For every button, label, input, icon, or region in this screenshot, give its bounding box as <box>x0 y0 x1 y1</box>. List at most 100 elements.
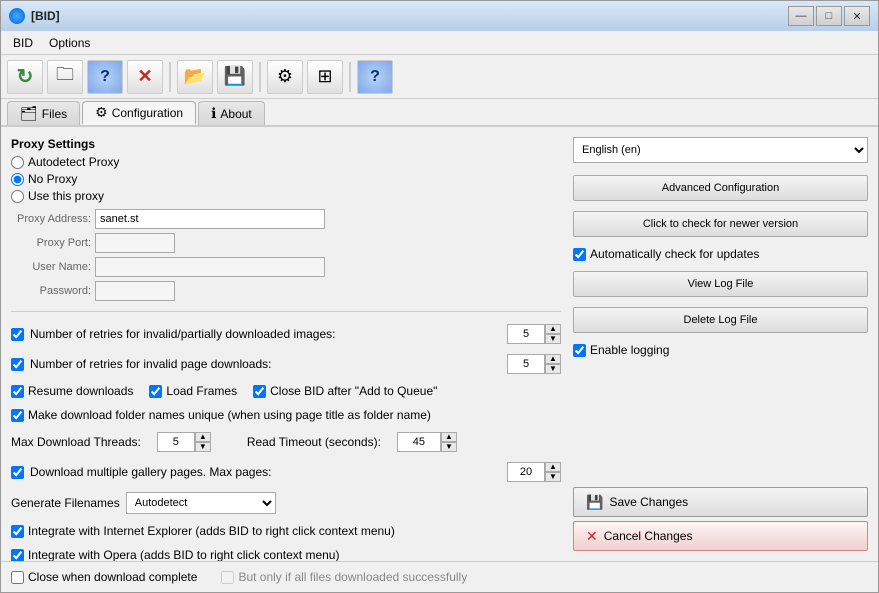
max-pages-spinbox: ▲ ▼ <box>507 462 561 482</box>
read-timeout-down[interactable]: ▼ <box>441 442 457 452</box>
check-version-button[interactable]: Click to check for newer version <box>573 211 868 237</box>
retries-images-row: Number of retries for invalid/partially … <box>11 324 561 344</box>
save-icon: 💾 <box>586 494 603 511</box>
retries-pages-up[interactable]: ▲ <box>545 354 561 364</box>
max-pages-label: Download multiple gallery pages. Max pag… <box>30 465 501 479</box>
read-timeout-up[interactable]: ▲ <box>441 432 457 442</box>
use-proxy-label: Use this proxy <box>28 189 104 203</box>
proxy-address-input[interactable] <box>95 209 325 229</box>
retries-pages-input[interactable] <box>507 354 545 374</box>
generate-filenames-select[interactable]: Autodetect Sequential Original <box>126 492 276 514</box>
close-on-complete-label: Close when download complete <box>28 570 197 584</box>
configuration-tab[interactable]: ⚙ Configuration <box>82 101 196 125</box>
folder-names-label: Make download folder names unique (when … <box>28 408 431 422</box>
save-button-toolbar[interactable]: 💾 <box>217 60 253 94</box>
close-bid-checkbox[interactable] <box>253 385 266 398</box>
folder-button[interactable]: 🗀 <box>47 60 83 94</box>
no-proxy-radio[interactable] <box>11 173 24 186</box>
proxy-section: Proxy Settings Autodetect Proxy No Proxy… <box>11 137 561 301</box>
load-frames-option[interactable]: Load Frames <box>149 384 237 398</box>
help-button[interactable]: ? <box>87 60 123 94</box>
opera-integrate-row: Integrate with Opera (adds BID to right … <box>11 548 561 561</box>
retries-images-checkbox[interactable] <box>11 328 24 341</box>
resume-downloads-option[interactable]: Resume downloads <box>11 384 133 398</box>
retries-pages-down[interactable]: ▼ <box>545 364 561 374</box>
close-on-complete-option[interactable]: Close when download complete <box>11 570 197 584</box>
max-threads-input[interactable] <box>157 432 195 452</box>
close-button[interactable]: ✕ <box>844 6 870 26</box>
auto-check-checkbox[interactable] <box>573 248 586 261</box>
toolbar-separator-3 <box>349 62 351 92</box>
read-timeout-input[interactable] <box>397 432 441 452</box>
autodetect-proxy-label: Autodetect Proxy <box>28 155 119 169</box>
about-tab[interactable]: ℹ About <box>198 101 265 125</box>
retries-images-down[interactable]: ▼ <box>545 334 561 344</box>
but-only-option[interactable]: But only if all files downloaded success… <box>221 570 467 584</box>
retries-pages-checkbox[interactable] <box>11 358 24 371</box>
proxy-username-input[interactable] <box>95 257 325 277</box>
load-frames-checkbox[interactable] <box>149 385 162 398</box>
generate-filenames-row: Generate Filenames Autodetect Sequential… <box>11 492 561 514</box>
retries-images-spin-btns: ▲ ▼ <box>545 324 561 344</box>
autodetect-proxy-radio[interactable] <box>11 156 24 169</box>
info-button[interactable]: ? <box>357 60 393 94</box>
files-tab[interactable]: 🗂 Files <box>7 101 80 125</box>
but-only-checkbox[interactable] <box>221 571 234 584</box>
enable-logging-checkbox[interactable] <box>573 344 586 357</box>
language-select[interactable]: English (en) German (de) French (fr) Spa… <box>573 137 868 163</box>
retries-images-up[interactable]: ▲ <box>545 324 561 334</box>
retries-pages-row: Number of retries for invalid page downl… <box>11 354 561 374</box>
max-pages-checkbox[interactable] <box>11 466 24 479</box>
retries-images-input[interactable] <box>507 324 545 344</box>
save-changes-label: Save Changes <box>609 495 688 509</box>
max-threads-label: Max Download Threads: <box>11 435 141 449</box>
proxy-password-input[interactable] <box>95 281 175 301</box>
delete-log-button[interactable]: Delete Log File <box>573 307 868 333</box>
save-changes-button[interactable]: 💾 Save Changes <box>573 487 868 517</box>
max-pages-input[interactable] <box>507 462 545 482</box>
stop-button[interactable]: ✕ <box>127 60 163 94</box>
advanced-config-button[interactable]: Advanced Configuration <box>573 175 868 201</box>
close-on-complete-checkbox[interactable] <box>11 571 24 584</box>
max-pages-up[interactable]: ▲ <box>545 462 561 472</box>
proxy-port-input[interactable] <box>95 233 175 253</box>
proxy-username-label: User Name: <box>11 261 91 273</box>
generate-filenames-label: Generate Filenames <box>11 496 120 510</box>
no-proxy-option[interactable]: No Proxy <box>11 172 561 186</box>
max-threads-up[interactable]: ▲ <box>195 432 211 442</box>
open-button[interactable]: 📂 <box>177 60 213 94</box>
title-bar: [BID] — □ ✕ <box>1 1 878 31</box>
cancel-icon: ✕ <box>586 528 598 545</box>
grid-button[interactable]: ⊞ <box>307 60 343 94</box>
max-pages-row: Download multiple gallery pages. Max pag… <box>11 462 561 482</box>
max-pages-down[interactable]: ▼ <box>545 472 561 482</box>
cancel-changes-button[interactable]: ✕ Cancel Changes <box>573 521 868 551</box>
read-timeout-spinbox: ▲ ▼ <box>397 432 457 452</box>
autodetect-proxy-option[interactable]: Autodetect Proxy <box>11 155 561 169</box>
resume-downloads-checkbox[interactable] <box>11 385 24 398</box>
use-proxy-option[interactable]: Use this proxy <box>11 189 561 203</box>
max-threads-down[interactable]: ▼ <box>195 442 211 452</box>
toolbar-separator-1 <box>169 62 171 92</box>
proxy-section-title: Proxy Settings <box>11 137 561 151</box>
about-tab-label: About <box>220 107 251 121</box>
maximize-button[interactable]: □ <box>816 6 842 26</box>
ie-integrate-checkbox[interactable] <box>11 525 24 538</box>
close-bid-option[interactable]: Close BID after "Add to Queue" <box>253 384 437 398</box>
settings-button[interactable]: ⚙ <box>267 60 303 94</box>
folder-names-checkbox[interactable] <box>11 409 24 422</box>
minimize-button[interactable]: — <box>788 6 814 26</box>
ie-integrate-row: Integrate with Internet Explorer (adds B… <box>11 524 561 538</box>
menu-bid[interactable]: BID <box>5 34 41 52</box>
proxy-fields: Proxy Address: Proxy Port: User Name: Pa… <box>11 209 561 301</box>
retries-images-label: Number of retries for invalid/partially … <box>30 327 501 341</box>
retries-pages-spin-btns: ▲ ▼ <box>545 354 561 374</box>
view-log-button[interactable]: View Log File <box>573 271 868 297</box>
menu-options[interactable]: Options <box>41 34 98 52</box>
use-proxy-radio[interactable] <box>11 190 24 203</box>
opera-integrate-checkbox[interactable] <box>11 549 24 562</box>
main-content: Proxy Settings Autodetect Proxy No Proxy… <box>1 127 878 561</box>
auto-check-label: Automatically check for updates <box>590 247 759 261</box>
about-tab-icon: ℹ <box>211 105 216 122</box>
refresh-button[interactable]: ↻ <box>7 60 43 94</box>
